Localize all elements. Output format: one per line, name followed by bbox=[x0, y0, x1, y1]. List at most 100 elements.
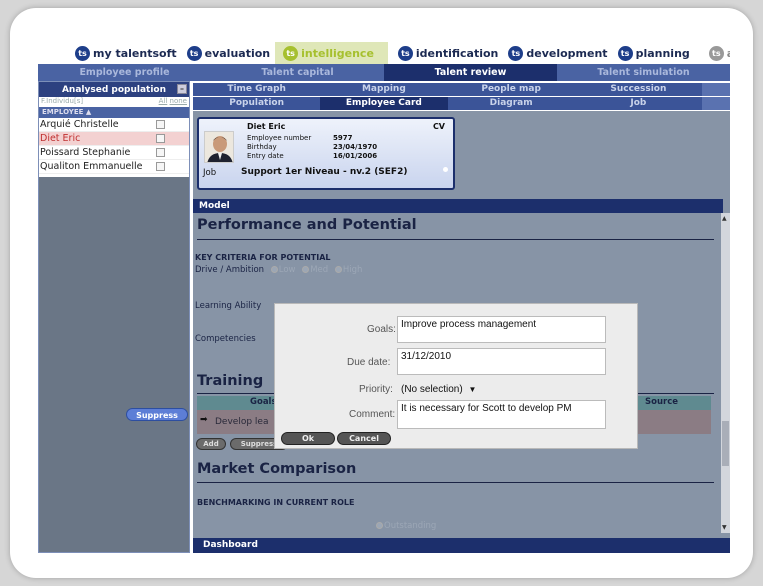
section-divider bbox=[197, 482, 714, 483]
employee-checkbox[interactable] bbox=[156, 162, 165, 171]
outstanding-label: Outstanding bbox=[384, 521, 437, 531]
due-date-field[interactable]: 31/12/2010 bbox=[397, 348, 606, 375]
cv-link[interactable]: CV bbox=[433, 122, 445, 131]
filter-all-link[interactable]: All bbox=[159, 97, 168, 105]
minimize-icon[interactable]: – bbox=[177, 84, 187, 94]
sub-nav-row-2: Population Employee Card Diagram Job bbox=[193, 97, 730, 110]
employee-name: Diet Eric bbox=[40, 133, 81, 144]
due-date-label: Due date: bbox=[347, 357, 391, 368]
scroll-thumb[interactable] bbox=[722, 421, 729, 466]
nav-label: evaluation bbox=[204, 46, 271, 60]
employee-row[interactable]: Poissard Stephanie bbox=[39, 146, 189, 160]
drive-ambition-row: Drive / Ambition Low Med High bbox=[195, 265, 362, 275]
nav-development[interactable]: ts development bbox=[503, 42, 612, 64]
tab-people-map[interactable]: People map bbox=[448, 83, 575, 96]
cancel-button[interactable]: Cancel bbox=[337, 432, 391, 445]
sub-nav: Time Graph Mapping People map Succession… bbox=[193, 83, 730, 111]
employee-name: Qualiton Emmanuelle bbox=[40, 161, 143, 172]
field-value: 23/04/1970 bbox=[333, 143, 378, 151]
radio-med-label: Med bbox=[310, 265, 329, 275]
employee-checkbox[interactable] bbox=[156, 134, 165, 143]
comment-field[interactable]: It is necessary for Scott to develop PM bbox=[397, 400, 606, 429]
talentsoft-logo-icon: ts bbox=[617, 45, 633, 61]
nav-identification[interactable]: ts identification bbox=[388, 42, 503, 64]
tab-succession[interactable]: Succession bbox=[575, 83, 702, 96]
employee-row[interactable]: Qualiton Emmanuelle bbox=[39, 160, 189, 174]
employee-checkbox[interactable] bbox=[156, 120, 165, 129]
source-column-header: Source bbox=[645, 397, 679, 407]
add-button[interactable]: Add bbox=[196, 438, 226, 450]
tab-population[interactable]: Population bbox=[193, 97, 321, 110]
nav-my-talentsoft[interactable]: ts my talentsoft bbox=[70, 42, 182, 64]
nav-label: my talentsoft bbox=[93, 46, 177, 60]
nav-label: planning bbox=[635, 46, 690, 60]
radio-outstanding[interactable] bbox=[376, 522, 383, 529]
priority-select[interactable]: (No selection) ▼ bbox=[401, 384, 476, 395]
priority-label: Priority: bbox=[359, 384, 393, 395]
dashboard-bar[interactable]: Dashboard bbox=[193, 538, 730, 553]
employee-row-selected[interactable]: Diet Eric bbox=[39, 132, 189, 146]
nav-label: identification bbox=[415, 46, 499, 60]
employee-checkbox[interactable] bbox=[156, 148, 165, 157]
tab-talent-capital[interactable]: Talent capital bbox=[211, 64, 384, 81]
radio-high[interactable] bbox=[334, 266, 342, 273]
nav-label: intelligence bbox=[301, 46, 374, 60]
filter-none-link[interactable]: none bbox=[170, 97, 187, 105]
field-value: 16/01/2006 bbox=[333, 152, 378, 160]
birthday-row: Birthday 23/04/1970 bbox=[247, 143, 377, 151]
section-divider bbox=[197, 239, 714, 240]
field-value: 5977 bbox=[333, 134, 353, 142]
talentsoft-logo-icon: ts bbox=[508, 45, 524, 61]
employee-row[interactable]: Arquié Christelle bbox=[39, 118, 189, 132]
talentsoft-logo-icon: ts bbox=[186, 45, 202, 61]
talentsoft-logo-icon: ts bbox=[75, 45, 90, 61]
talentsoft-logo-icon: ts bbox=[283, 45, 299, 61]
outstanding-option[interactable]: Outstanding bbox=[372, 521, 436, 531]
benchmarking-heading: BENCHMARKING IN CURRENT ROLE bbox=[197, 498, 355, 507]
filter-label: F.Individu[s] bbox=[41, 97, 84, 105]
goals-field[interactable]: Improve process management bbox=[397, 316, 606, 343]
employee-name: Arquié Christelle bbox=[40, 119, 119, 130]
employee-name: Poissard Stephanie bbox=[40, 147, 131, 158]
goal-dialog: Goals: Improve process management Due da… bbox=[274, 303, 638, 449]
analysed-population-panel: Analysed population – F.Individu[s] All … bbox=[38, 81, 190, 553]
suppress-button[interactable]: Suppress bbox=[126, 408, 188, 421]
card-indicator-icon bbox=[443, 167, 448, 172]
tab-time-graph[interactable]: Time Graph bbox=[193, 83, 320, 96]
entry-date-row: Entry date 16/01/2006 bbox=[247, 152, 377, 160]
goals-column-header: Goals bbox=[250, 397, 277, 407]
vertical-scrollbar[interactable]: ▲ ▼ bbox=[721, 213, 730, 533]
tab-talent-simulation[interactable]: Talent simulation bbox=[557, 64, 730, 81]
sub-nav-filler bbox=[702, 83, 730, 96]
drive-ambition-label: Drive / Ambition bbox=[195, 265, 265, 275]
scroll-down-icon[interactable]: ▼ bbox=[722, 524, 727, 531]
radio-high-label: High bbox=[342, 265, 363, 275]
learning-ability-label: Learning Ability bbox=[195, 301, 262, 311]
ok-button[interactable]: Ok bbox=[281, 432, 335, 445]
tab-mapping[interactable]: Mapping bbox=[320, 83, 447, 96]
tab-employee-profile[interactable]: Employee profile bbox=[38, 64, 211, 81]
panel-filter: F.Individu[s] All none bbox=[39, 97, 189, 107]
tab-talent-review[interactable]: Talent review bbox=[384, 64, 557, 81]
scroll-up-icon[interactable]: ▲ bbox=[722, 215, 727, 222]
employee-column-header[interactable]: EMPLOYEE ▲ bbox=[39, 107, 189, 118]
nav-evaluation[interactable]: ts evaluation bbox=[182, 42, 276, 64]
nav-planning[interactable]: ts planning bbox=[613, 42, 695, 64]
radio-low-label: Low bbox=[278, 265, 296, 275]
talentsoft-logo-icon: ts bbox=[708, 45, 724, 61]
radio-med[interactable] bbox=[302, 266, 310, 273]
panel-overlay bbox=[39, 177, 189, 552]
model-bar[interactable]: Model bbox=[193, 199, 723, 213]
nav-admin[interactable]: ts admin bbox=[695, 42, 730, 64]
tab-employee-card[interactable]: Employee Card bbox=[320, 97, 448, 110]
tab-job[interactable]: Job bbox=[574, 97, 702, 110]
sub-nav-row-1: Time Graph Mapping People map Succession bbox=[193, 83, 730, 96]
nav-intelligence[interactable]: ts intelligence bbox=[275, 42, 388, 64]
tab-diagram[interactable]: Diagram bbox=[447, 97, 575, 110]
row-pointer-icon: ➡ bbox=[200, 415, 208, 425]
competencies-label: Competencies bbox=[195, 334, 256, 344]
field-label: Employee number bbox=[247, 134, 312, 142]
sub-nav-filler bbox=[702, 97, 730, 110]
market-comparison-title: Market Comparison bbox=[197, 461, 357, 477]
radio-low[interactable] bbox=[270, 266, 278, 273]
